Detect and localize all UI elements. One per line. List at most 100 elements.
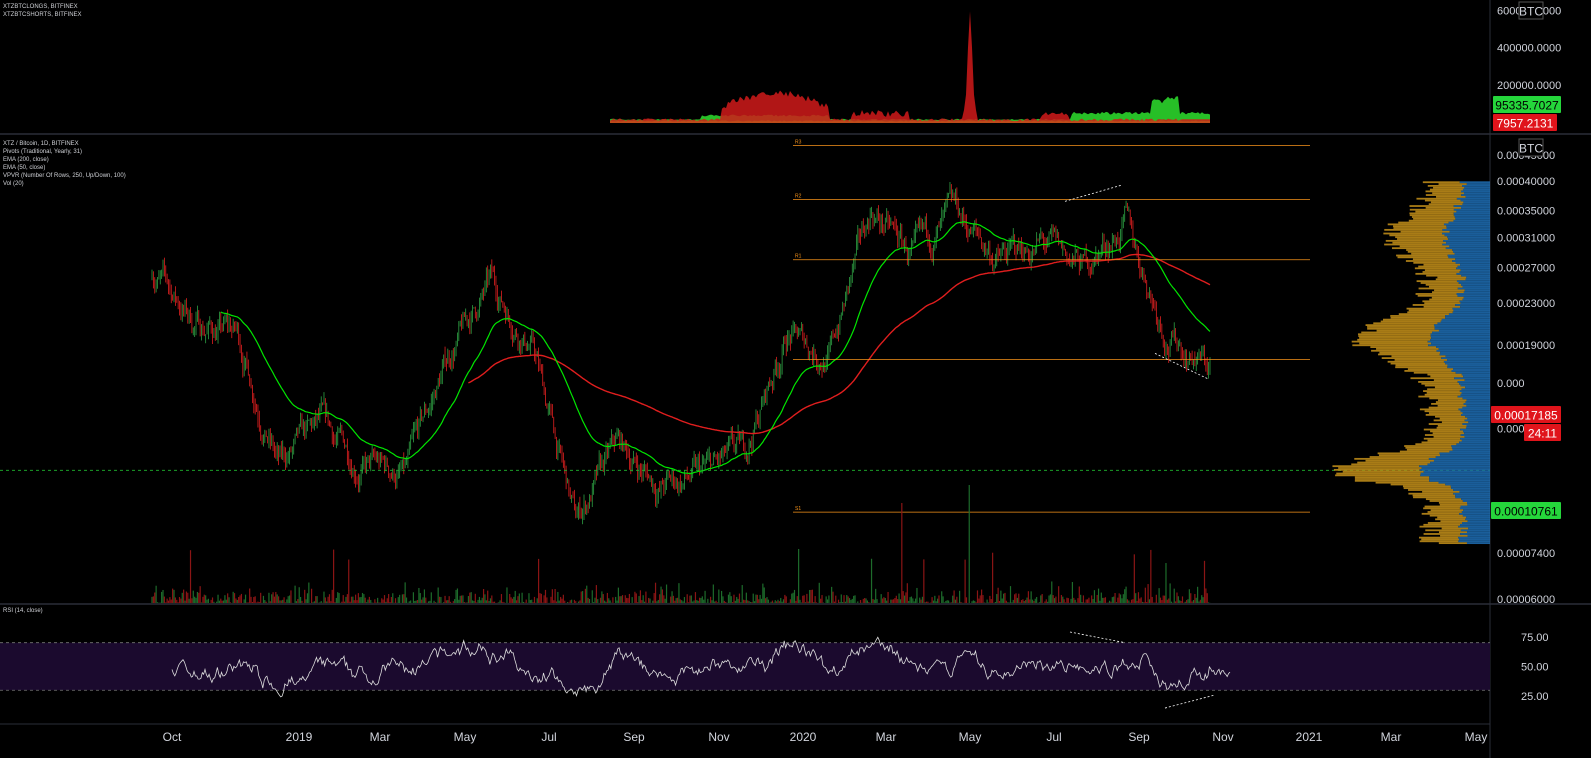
- legend-ema200: EMA (200, close): [3, 157, 49, 163]
- volume-bar: [353, 600, 355, 603]
- vpvr-row-down: [1383, 318, 1442, 321]
- vpvr-row-up: [1461, 392, 1490, 394]
- vpvr-row-down: [1416, 280, 1457, 283]
- vpvr-row-down: [1426, 392, 1462, 394]
- vpvr-row-down: [1433, 419, 1465, 422]
- volume-bar: [262, 595, 265, 603]
- vpvr-row-down: [1351, 340, 1428, 343]
- volume-bar: [901, 503, 903, 603]
- vpvr-row-up: [1447, 359, 1490, 361]
- vpvr-row-down: [1437, 516, 1467, 519]
- vpvr-row-down: [1422, 490, 1460, 493]
- vpvr-row-up: [1460, 263, 1490, 266]
- volume-bar: [1014, 594, 1016, 603]
- volume-bar: [975, 602, 977, 603]
- volume-bar: [361, 592, 364, 603]
- vpvr-row-down: [1441, 421, 1469, 424]
- vpvr-row-up: [1440, 454, 1490, 457]
- volume-bar: [553, 600, 555, 603]
- vpvr-row-down: [1381, 357, 1442, 359]
- volume-bar: [741, 585, 743, 603]
- volume-bar: [872, 598, 874, 603]
- vpvr-row-up: [1461, 206, 1490, 209]
- vpvr-row-up: [1459, 382, 1490, 385]
- vpvr-row-up: [1445, 355, 1490, 358]
- vpvr-row-down: [1433, 186, 1465, 189]
- volume-bar: [964, 559, 966, 603]
- vpvr-row-up: [1464, 432, 1490, 435]
- vpvr-row-up: [1456, 272, 1490, 275]
- vpvr-row-up: [1451, 446, 1490, 449]
- vpvr-row-up: [1448, 256, 1490, 259]
- vpvr-row-down: [1436, 426, 1466, 429]
- volume-bar: [909, 597, 911, 603]
- volume-bar: [635, 593, 637, 603]
- vpvr-row-up: [1459, 507, 1490, 510]
- vpvr-row-down: [1407, 311, 1453, 314]
- volume-bar: [936, 598, 939, 603]
- vpvr-row-up: [1419, 468, 1490, 471]
- volume-bar: [220, 598, 222, 603]
- volume-bar: [491, 595, 493, 603]
- volume-bar: [1095, 602, 1097, 603]
- volume-bar: [525, 599, 527, 603]
- vpvr-row-up: [1433, 459, 1490, 462]
- volume-bar: [170, 599, 172, 603]
- volume-bar: [665, 584, 668, 603]
- vpvr-row-down: [1423, 390, 1460, 392]
- vpvr-row-up: [1467, 531, 1490, 534]
- volume-bar: [675, 598, 677, 603]
- vpvr-row-down: [1418, 381, 1458, 383]
- vpvr-row-down: [1412, 304, 1456, 306]
- legend-longs: XTZBTCLONGS, BITFINEX: [3, 4, 78, 10]
- x-axis-label: 2021: [1296, 730, 1323, 744]
- volume-bar: [156, 602, 159, 603]
- volume-bar: [1206, 593, 1208, 603]
- volume-bar: [1086, 599, 1089, 603]
- volume-bar: [283, 597, 285, 603]
- vpvr-row-up: [1448, 313, 1490, 316]
- vpvr-row-up: [1444, 234, 1490, 237]
- volume-bar: [657, 599, 659, 603]
- volume-bar: [751, 602, 753, 603]
- volume-bar: [335, 597, 337, 603]
- volume-bar: [180, 598, 182, 603]
- vpvr-row-up: [1434, 327, 1490, 330]
- volume-bar: [188, 598, 190, 603]
- volume-bar: [478, 596, 481, 603]
- volume-bar: [489, 598, 492, 603]
- volume-bar: [529, 600, 531, 603]
- vpvr-row-down: [1359, 337, 1432, 339]
- volume-bar: [250, 596, 252, 603]
- vpvr-row-up: [1453, 214, 1490, 217]
- vpvr-row-up: [1464, 379, 1490, 381]
- volume-bar: [686, 594, 688, 603]
- volume-bar: [959, 590, 961, 603]
- vpvr-row-down: [1425, 283, 1462, 286]
- volume-bar: [639, 590, 642, 603]
- volume-bar: [260, 592, 262, 603]
- vpvr-row-down: [1435, 415, 1466, 418]
- volume-bar: [953, 590, 955, 603]
- volume-bar: [664, 598, 666, 603]
- vpvr-row-down: [1437, 404, 1467, 407]
- chart-canvas[interactable]: R3R2R1S1600000.0000400000.0000200000.000…: [0, 0, 1591, 758]
- volume-bar: [1011, 602, 1013, 603]
- volume-bar: [222, 600, 225, 603]
- x-axis-label: Sep: [1128, 730, 1150, 744]
- volume-bar: [837, 599, 840, 603]
- volume-bar: [1064, 602, 1067, 603]
- volume-bar: [846, 595, 848, 603]
- volume-bar: [287, 596, 289, 603]
- volume-bar: [367, 599, 369, 603]
- vpvr-row-down: [1400, 230, 1450, 233]
- volume-bar: [946, 600, 948, 603]
- vpvr-row-up: [1440, 320, 1490, 323]
- volume-bar: [323, 591, 325, 603]
- volume-bar: [1126, 599, 1129, 603]
- vpvr-row-down: [1357, 333, 1431, 336]
- volume-bar: [847, 596, 849, 603]
- volume-bar: [1082, 595, 1085, 603]
- volume-bar: [1073, 597, 1075, 603]
- volume-bar: [1161, 600, 1163, 603]
